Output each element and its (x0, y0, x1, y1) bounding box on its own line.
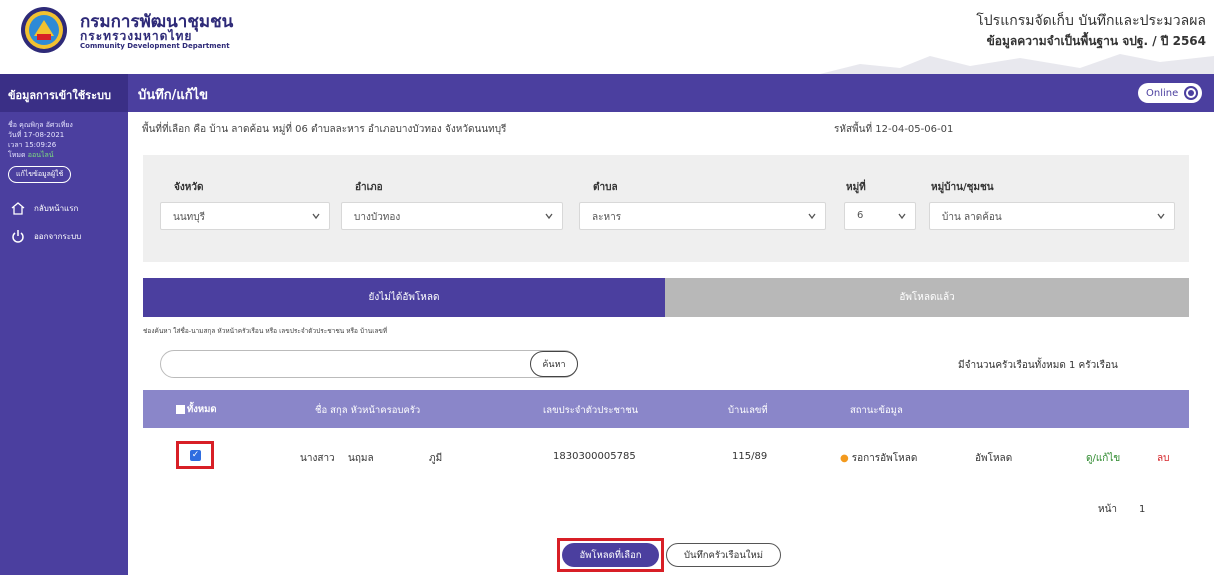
header-all: ทั้งหมด (187, 404, 217, 415)
row-first-name: นฤมล (348, 453, 374, 464)
row-delete-link[interactable]: ลบ (1157, 451, 1169, 466)
chevron-down-icon (898, 213, 906, 220)
district-label: อำเภอ (355, 182, 383, 193)
subdistrict-select[interactable]: ละหาร (579, 202, 826, 230)
chevron-down-icon (808, 213, 816, 220)
filter-panel: จังหวัด นนทบุรี อำเภอ บางบัวทอง ตำบล ละห… (143, 155, 1189, 262)
status-dot-icon: ● (840, 453, 849, 464)
sidebar-item-home[interactable]: กลับหน้าแรก (0, 197, 128, 219)
row-citizen-id: 1830300005785 (553, 451, 636, 462)
row-house-no: 115/89 (732, 451, 768, 462)
sidebar-item-label: ออกจากระบบ (34, 231, 82, 241)
moo-value: 6 (857, 210, 864, 221)
mode-line: โหมด ออนไลน์ (8, 150, 128, 160)
new-household-button[interactable]: บันทึกครัวเรือนใหม่ (666, 543, 781, 567)
online-toggle[interactable]: Online (1138, 83, 1202, 103)
sidebar-item-label: กลับหน้าแรก (34, 203, 79, 213)
row-upload-link[interactable]: อัพโหลด (975, 451, 1012, 466)
chevron-down-icon (312, 213, 320, 220)
subdistrict-value: ละหาร (592, 212, 622, 223)
province-value: นนทบุรี (173, 212, 205, 223)
area-code: รหัสพื้นที่ 12-04-05-06-01 (834, 124, 954, 135)
district-value: บางบัวทอง (354, 212, 401, 223)
skyline-decoration (820, 54, 1214, 74)
page-title-bar: บันทึก/แก้ไข Online (128, 74, 1214, 112)
login-time: เวลา 15:09:26 (8, 141, 57, 149)
table-row: ✓ นางสาว นฤมล ภูมี 1830300005785 115/89 … (143, 430, 1189, 480)
upload-selected-button[interactable]: อัพโหลดที่เลือก (562, 543, 659, 567)
mode-value: ออนไลน์ (27, 151, 54, 159)
mode-label: โหมด (8, 151, 26, 159)
search-button[interactable]: ค้นหา (530, 351, 578, 377)
login-date: วันที่ 17-08-2021 (8, 131, 65, 139)
household-count: มีจำนวนครัวเรือนทั้งหมด 1 ครัวเรือน (958, 360, 1118, 371)
radio-on-icon (1184, 86, 1198, 100)
village-select[interactable]: บ้าน ลาดค้อน (929, 202, 1175, 230)
district-select[interactable]: บางบัวทอง (341, 202, 563, 230)
power-icon (12, 230, 24, 243)
search-hint: ช่องค้นหา ใส่ชื่อ-นามสกุล หัวหน้าครัวเรื… (143, 327, 388, 335)
row-title: นางสาว (300, 453, 335, 464)
row-last-name: ภูมี (429, 453, 443, 464)
select-all-checkbox[interactable]: ทั้งหมด (176, 402, 217, 417)
tab-uploaded[interactable]: อัพโหลดแล้ว (665, 278, 1189, 317)
row-status: ● รอการอัพโหลด (840, 451, 917, 466)
selected-area-text: พื้นที่ที่เลือก คือ บ้าน ลาดค้อน หมู่ที่… (142, 124, 507, 135)
sidebar-item-logout[interactable]: ออกจากระบบ (0, 225, 128, 247)
page-title: บันทึก/แก้ไข (138, 88, 209, 103)
online-label: Online (1146, 87, 1179, 99)
table-header: ทั้งหมด ชื่อ สกุล หัวหน้าครอบครัว เลขประ… (143, 390, 1189, 428)
row-status-text: รอการอัพโหลด (851, 453, 918, 464)
pager-page-number[interactable]: 1 (1139, 504, 1145, 515)
row-view-edit-link[interactable]: ดู/แก้ไข (1086, 451, 1120, 466)
edit-user-button[interactable]: แก้ไขข้อมูลผู้ใช้ (8, 166, 72, 183)
village-label: หมู่บ้าน/ชุมชน (931, 182, 994, 193)
row-checkbox-highlight: ✓ (176, 441, 214, 469)
pagination: หน้า 1 (1098, 502, 1145, 517)
moo-label: หมู่ที่ (846, 182, 866, 193)
sidebar-title: ข้อมูลการเข้าใช้ระบบ (0, 74, 128, 112)
checkbox-icon (176, 405, 185, 414)
province-label: จังหวัด (174, 182, 204, 193)
moo-select[interactable]: 6 (844, 202, 916, 230)
header-house-no: บ้านเลขที่ (728, 405, 768, 416)
org-name-en: Community Development Department (80, 42, 230, 50)
home-icon (11, 202, 25, 215)
app-header: กรมการพัฒนาชุมชน กระทรวงมหาดไทย Communit… (0, 0, 1214, 74)
province-select[interactable]: นนทบุรี (160, 202, 330, 230)
header-name: ชื่อ สกุล หัวหน้าครอบครัว (315, 405, 421, 416)
subdistrict-label: ตำบล (593, 182, 618, 193)
cdd-logo (21, 7, 67, 53)
header-citizen-id: เลขประจำตัวประชาชน (543, 405, 639, 416)
header-status: สถานะข้อมูล (850, 405, 903, 416)
user-name: ชื่อ คุณพิกุล อัศวเที่ยง (8, 121, 73, 129)
chevron-down-icon (1157, 213, 1165, 220)
sidebar: ข้อมูลการเข้าใช้ระบบ ชื่อ คุณพิกุล อัศวเ… (0, 74, 128, 575)
row-checkbox[interactable]: ✓ (190, 450, 201, 461)
tab-not-uploaded[interactable]: ยังไม่ได้อัพโหลด (143, 278, 665, 317)
pager-label: หน้า (1098, 504, 1118, 515)
village-value: บ้าน ลาดค้อน (942, 212, 1002, 223)
search-input[interactable] (160, 350, 578, 378)
user-info: ชื่อ คุณพิกุล อัศวเที่ยง วันที่ 17-08-20… (0, 112, 128, 160)
program-title: โปรแกรมจัดเก็บ บันทึกและประมวลผล (976, 13, 1206, 29)
chevron-down-icon (545, 213, 553, 220)
